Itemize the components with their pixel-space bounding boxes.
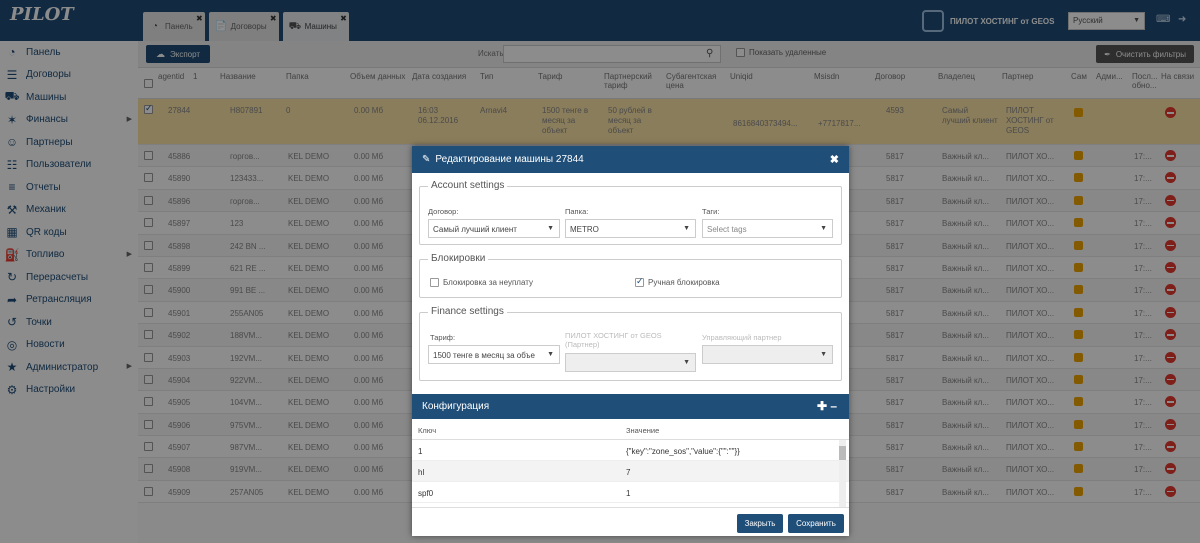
chevron-down-icon: ▼ xyxy=(820,225,827,232)
save-button[interactable]: Сохранить xyxy=(788,514,844,533)
chevron-down-icon: ▼ xyxy=(547,225,554,232)
config-key: spf0 xyxy=(418,489,434,498)
folder-value: METRO xyxy=(570,225,599,234)
checkbox[interactable] xyxy=(430,278,439,287)
col-key: Ключ xyxy=(418,426,437,435)
tags-placeholder: Select tags xyxy=(707,225,747,234)
section-legend: Блокировки xyxy=(428,253,489,264)
manual-lock-checkbox[interactable]: Ручная блокировка xyxy=(635,276,720,287)
partner-tariff-select[interactable]: ▼ xyxy=(565,353,696,372)
scrollbar-thumb[interactable] xyxy=(839,446,846,460)
scrollbar[interactable] xyxy=(839,440,846,507)
contract-label: Договор: xyxy=(428,207,459,216)
close-button[interactable]: Закрыть xyxy=(737,514,783,533)
config-value: 1 xyxy=(626,489,631,498)
tags-select[interactable]: Select tags ▼ xyxy=(702,219,833,238)
tariff-select[interactable]: 1500 тенге в месяц за объе ▼ xyxy=(428,345,560,364)
edit-icon: ✎ xyxy=(422,154,431,165)
section-legend: Account settings xyxy=(428,180,508,191)
tariff-label: Тариф: xyxy=(430,333,456,342)
config-row[interactable]: hl 7 xyxy=(412,461,849,482)
section-legend: Finance settings xyxy=(428,306,507,317)
folder-select[interactable]: METRO ▼ xyxy=(565,219,696,238)
finance-settings-section: Finance settings Тариф: 1500 тенге в мес… xyxy=(419,306,842,381)
contract-select[interactable]: Самый лучший клиент ▼ xyxy=(428,219,560,238)
config-value: {"key":"zone_sos","value":{"":""}} xyxy=(626,447,740,456)
unpaid-lock-checkbox[interactable]: Блокировка за неуплату xyxy=(430,278,533,287)
config-key: hl xyxy=(418,468,425,477)
dialog-title: Редактирование машины 27844 xyxy=(435,154,584,165)
chevron-down-icon: ▼ xyxy=(683,359,690,366)
unpaid-lock-label: Блокировка за неуплату xyxy=(443,278,533,287)
configuration-header: Конфигурация ✚ – xyxy=(412,394,849,419)
configuration-title: Конфигурация xyxy=(422,401,490,412)
folder-label: Папка: xyxy=(565,207,589,216)
account-settings-section: Account settings Договор: Самый лучший к… xyxy=(419,180,842,245)
chevron-down-icon: ▼ xyxy=(547,351,554,358)
chevron-down-icon: ▼ xyxy=(820,351,827,358)
config-row[interactable]: 1 {"key":"zone_sos","value":{"":""}} xyxy=(412,440,849,461)
dialog-header: ✎ Редактирование машины 27844 ✖ xyxy=(412,146,849,173)
config-key: 1 xyxy=(418,447,423,456)
configuration-table: Ключ Значение 1 {"key":"zone_sos","value… xyxy=(412,419,849,507)
config-row[interactable]: spf0 1 xyxy=(412,482,849,503)
manual-lock-label: Ручная блокировка xyxy=(648,278,720,287)
edit-machine-dialog: ✎ Редактирование машины 27844 ✖ Account … xyxy=(412,146,849,536)
close-icon[interactable]: ✖ xyxy=(830,153,839,166)
checkbox-checked[interactable] xyxy=(635,276,644,287)
tags-label: Таги: xyxy=(702,207,720,216)
partner-tariff-label: ПИЛОТ ХОСТИНГ от GEOS (Партнер) xyxy=(565,331,662,349)
col-value: Значение xyxy=(626,426,660,435)
config-value: 7 xyxy=(626,468,631,477)
dialog-footer: Закрыть Сохранить xyxy=(412,507,849,536)
chevron-down-icon: ▼ xyxy=(683,225,690,232)
configuration-table-header: Ключ Значение xyxy=(412,419,849,440)
managing-partner-label: Управляющий партнер xyxy=(702,333,782,342)
contract-value: Самый лучший клиент xyxy=(433,225,517,234)
locks-section: Блокировки Блокировка за неуплату Ручная… xyxy=(419,253,842,298)
managing-partner-select[interactable]: ▼ xyxy=(702,345,833,364)
tariff-value: 1500 тенге в месяц за объе xyxy=(433,351,535,360)
plus-minus-icons[interactable]: ✚ – xyxy=(817,399,837,413)
